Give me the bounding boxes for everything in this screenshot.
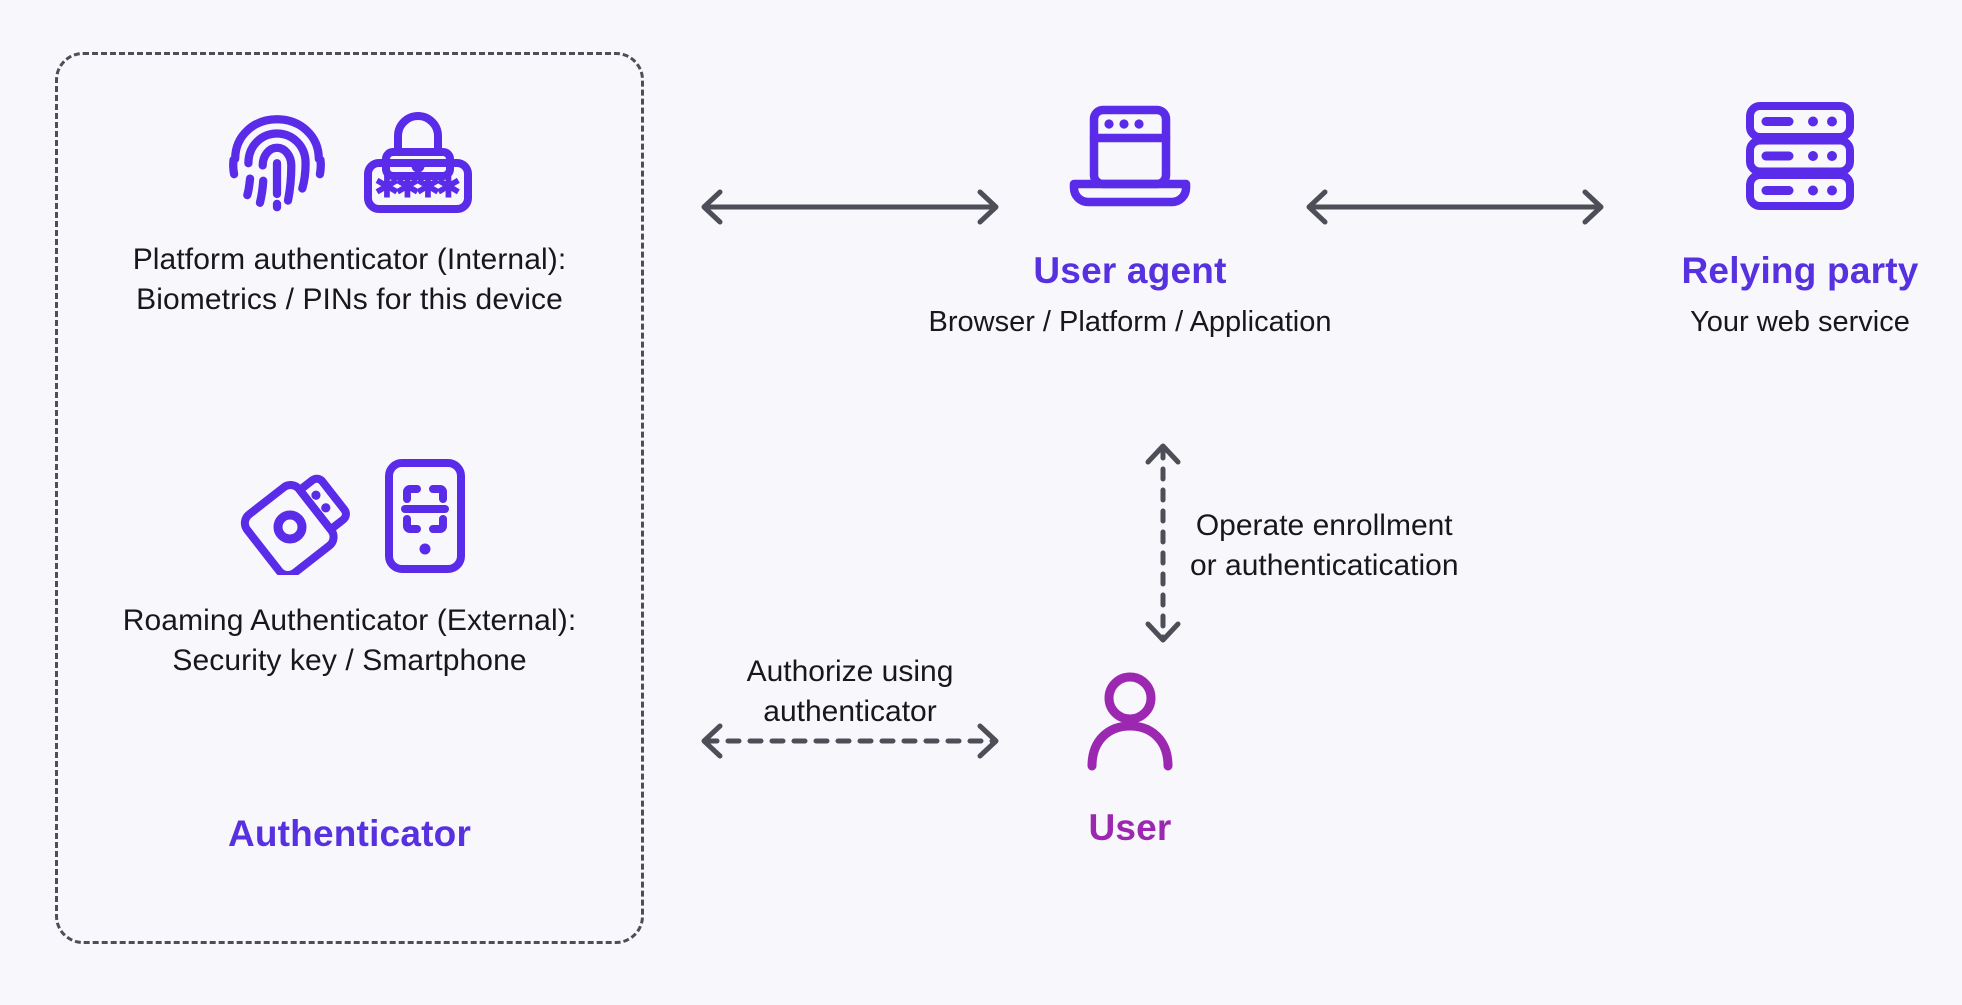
roaming-authenticator-group: Roaming Authenticator (External): Securi… bbox=[55, 455, 644, 680]
fingerprint-icon bbox=[228, 115, 325, 212]
authorize-label-line-1: Authorize using bbox=[746, 655, 954, 688]
server-stack-icon bbox=[1746, 102, 1854, 210]
roaming-caption-line-1: Roaming Authenticator (External): bbox=[122, 604, 577, 637]
platform-authenticator-caption: Platform authenticator (Internal): Biome… bbox=[55, 240, 644, 319]
authorize-label-line-2: authenticator bbox=[763, 694, 937, 728]
arrow-user-agent-relying-party bbox=[1306, 189, 1604, 225]
operate-enrollment-label: Operate enrollment or authenticatication bbox=[1190, 506, 1459, 586]
arrow-user-agent-user bbox=[1145, 443, 1181, 643]
arrow-authenticator-user-agent bbox=[701, 189, 999, 225]
roaming-authenticator-icons bbox=[55, 455, 644, 575]
svg-text:✱: ✱ bbox=[435, 171, 460, 204]
relying-party-subtitle: Your web service bbox=[1690, 306, 1910, 338]
operate-label-line-1: Operate enrollment bbox=[1195, 509, 1453, 542]
authenticator-title: Authenticator bbox=[227, 813, 472, 854]
platform-authenticator-group: ✱ ✱ ✱ ✱ Platform authenticator (Internal… bbox=[55, 96, 644, 319]
authorize-using-authenticator-label: Authorize using authenticator bbox=[690, 652, 1010, 732]
platform-caption-line-1: Platform authenticator (Internal): bbox=[132, 243, 567, 276]
user-group: User bbox=[960, 665, 1300, 849]
smartphone-faceid-icon bbox=[385, 459, 465, 573]
relying-party-title: Relying party bbox=[1681, 250, 1919, 291]
pin-lock-icon: ✱ ✱ ✱ ✱ bbox=[363, 112, 472, 213]
platform-caption-line-2: Biometrics / PINs for this device bbox=[136, 282, 563, 316]
person-icon bbox=[1087, 672, 1173, 771]
operate-label-line-2: or authenticatication bbox=[1190, 548, 1459, 582]
diagram-canvas: ✱ ✱ ✱ ✱ Platform authenticator (Internal… bbox=[0, 0, 1962, 1005]
user-agent-subtitle: Browser / Platform / Application bbox=[928, 306, 1332, 338]
user-agent-title: User agent bbox=[1033, 250, 1227, 291]
relying-party-icon-wrap bbox=[1640, 100, 1960, 212]
usb-security-key-icon bbox=[240, 474, 350, 575]
user-title: User bbox=[1088, 807, 1172, 848]
user-icon-wrap bbox=[960, 665, 1300, 775]
roaming-caption-line-2: Security key / Smartphone bbox=[172, 643, 527, 677]
platform-authenticator-icons: ✱ ✱ ✱ ✱ bbox=[55, 96, 644, 216]
relying-party-group: Relying party Your web service bbox=[1640, 100, 1960, 339]
laptop-icon bbox=[1069, 105, 1191, 207]
roaming-authenticator-caption: Roaming Authenticator (External): Securi… bbox=[55, 601, 644, 680]
